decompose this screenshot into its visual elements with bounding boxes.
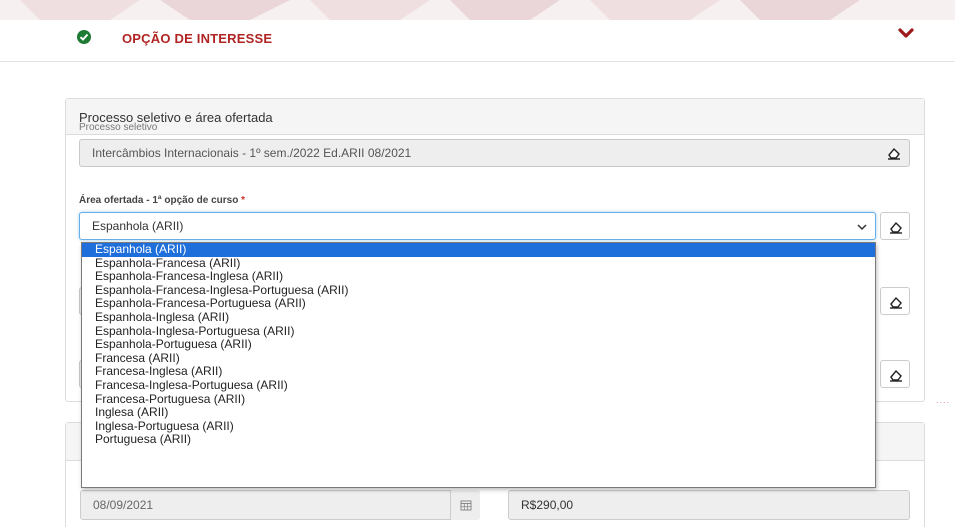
area-label: Área ofertada - 1ª opção de curso *	[79, 195, 245, 206]
dropdown-option[interactable]: Espanhola-Inglesa (ARII)	[82, 310, 875, 325]
banner-pattern	[20, 0, 860, 20]
section-header[interactable]: OPÇÃO DE INTERESSE	[0, 20, 955, 62]
processo-label: Processo seletivo	[79, 122, 158, 133]
dropdown-option[interactable]: Francesa (ARII)	[82, 351, 875, 366]
dropdown-option[interactable]: Espanhola-Francesa (ARII)	[82, 256, 875, 271]
dropdown-option[interactable]: Espanhola-Francesa-Inglesa (ARII)	[82, 270, 875, 284]
price-field: R$290,00	[508, 490, 910, 520]
eraser-icon	[890, 221, 902, 234]
dropdown-option[interactable]: Espanhola-Portuguesa (ARII)	[82, 338, 875, 352]
processo-field: Intercâmbios Internacionais - 1º sem./20…	[79, 139, 910, 167]
dropdown-option[interactable]: Francesa-Inglesa (ARII)	[82, 365, 875, 379]
chevron-down-icon[interactable]	[897, 27, 915, 41]
area-clear-button[interactable]	[880, 212, 910, 240]
dropdown-option[interactable]: Espanhola-Francesa-Portuguesa (ARII)	[82, 297, 875, 311]
dropdown-option[interactable]: Portuguesa (ARII)	[82, 433, 875, 447]
eraser-icon	[890, 369, 902, 382]
eraser-icon	[888, 147, 900, 160]
second-option-clear-button[interactable]	[880, 287, 910, 315]
area-select-value: Espanhola (ARII)	[92, 219, 184, 233]
required-mark: *	[241, 195, 245, 206]
dropdown-option[interactable]: Espanhola (ARII)	[82, 243, 875, 257]
calendar-icon	[460, 500, 472, 511]
dropdown-option[interactable]: Inglesa (ARII)	[82, 406, 875, 420]
dropdown-option[interactable]: Espanhola-Inglesa-Portuguesa (ARII)	[82, 324, 875, 339]
dropdown-option[interactable]: Espanhola-Francesa-Inglesa-Portuguesa (A…	[82, 283, 875, 298]
decorative-dots: ....	[936, 395, 951, 405]
select-caret-icon	[857, 224, 867, 231]
header-banner	[0, 0, 955, 20]
dropdown-option[interactable]: Francesa-Portuguesa (ARII)	[82, 392, 875, 407]
dropdown-option[interactable]: Francesa-Inglesa-Portuguesa (ARII)	[82, 378, 875, 393]
calendar-button[interactable]	[450, 490, 480, 520]
dropdown-option[interactable]: Inglesa-Portuguesa (ARII)	[82, 419, 875, 434]
processo-clear-button[interactable]	[879, 139, 909, 167]
area-dropdown-list[interactable]: Espanhola (ARII) Espanhola-Francesa (ARII…	[81, 242, 876, 488]
check-circle-icon	[77, 30, 91, 44]
eraser-icon	[890, 296, 902, 309]
date-field: 08/09/2021	[80, 490, 480, 520]
panel-heading: Processo seletivo e área ofertada	[66, 99, 924, 135]
section-title: OPÇÃO DE INTERESSE	[122, 31, 273, 46]
page: OPÇÃO DE INTERESSE Processo seletivo e á…	[0, 0, 955, 527]
third-option-clear-button[interactable]	[880, 360, 910, 388]
area-select[interactable]: Espanhola (ARII)	[79, 212, 876, 240]
